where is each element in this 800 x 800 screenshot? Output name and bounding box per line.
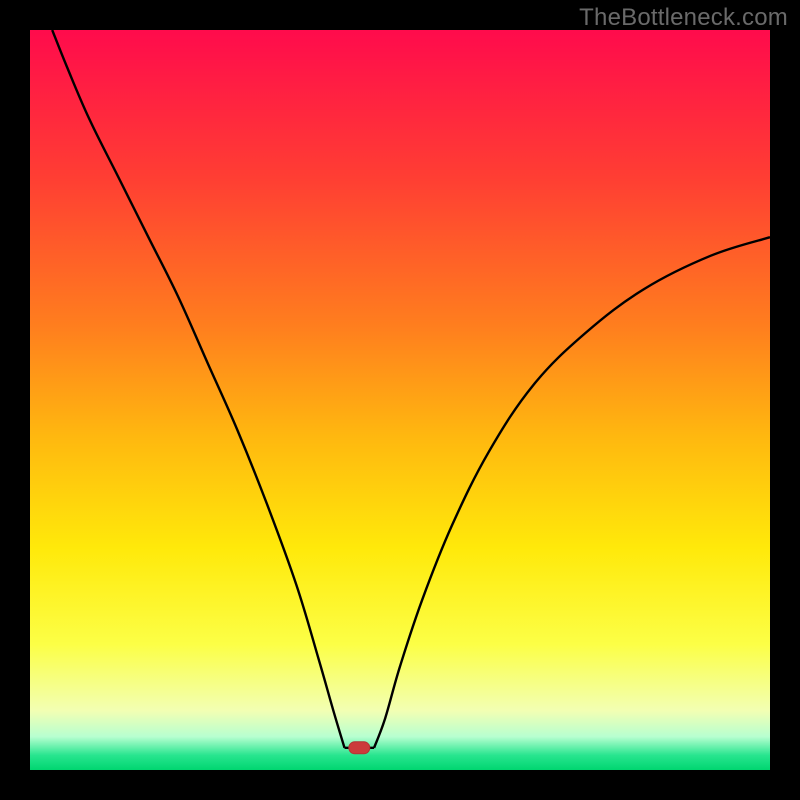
gradient-background — [30, 30, 770, 770]
chart-frame: TheBottleneck.com — [0, 0, 800, 800]
bottleneck-plot — [30, 30, 770, 770]
watermark-text: TheBottleneck.com — [579, 4, 788, 32]
optimum-marker — [349, 742, 370, 754]
